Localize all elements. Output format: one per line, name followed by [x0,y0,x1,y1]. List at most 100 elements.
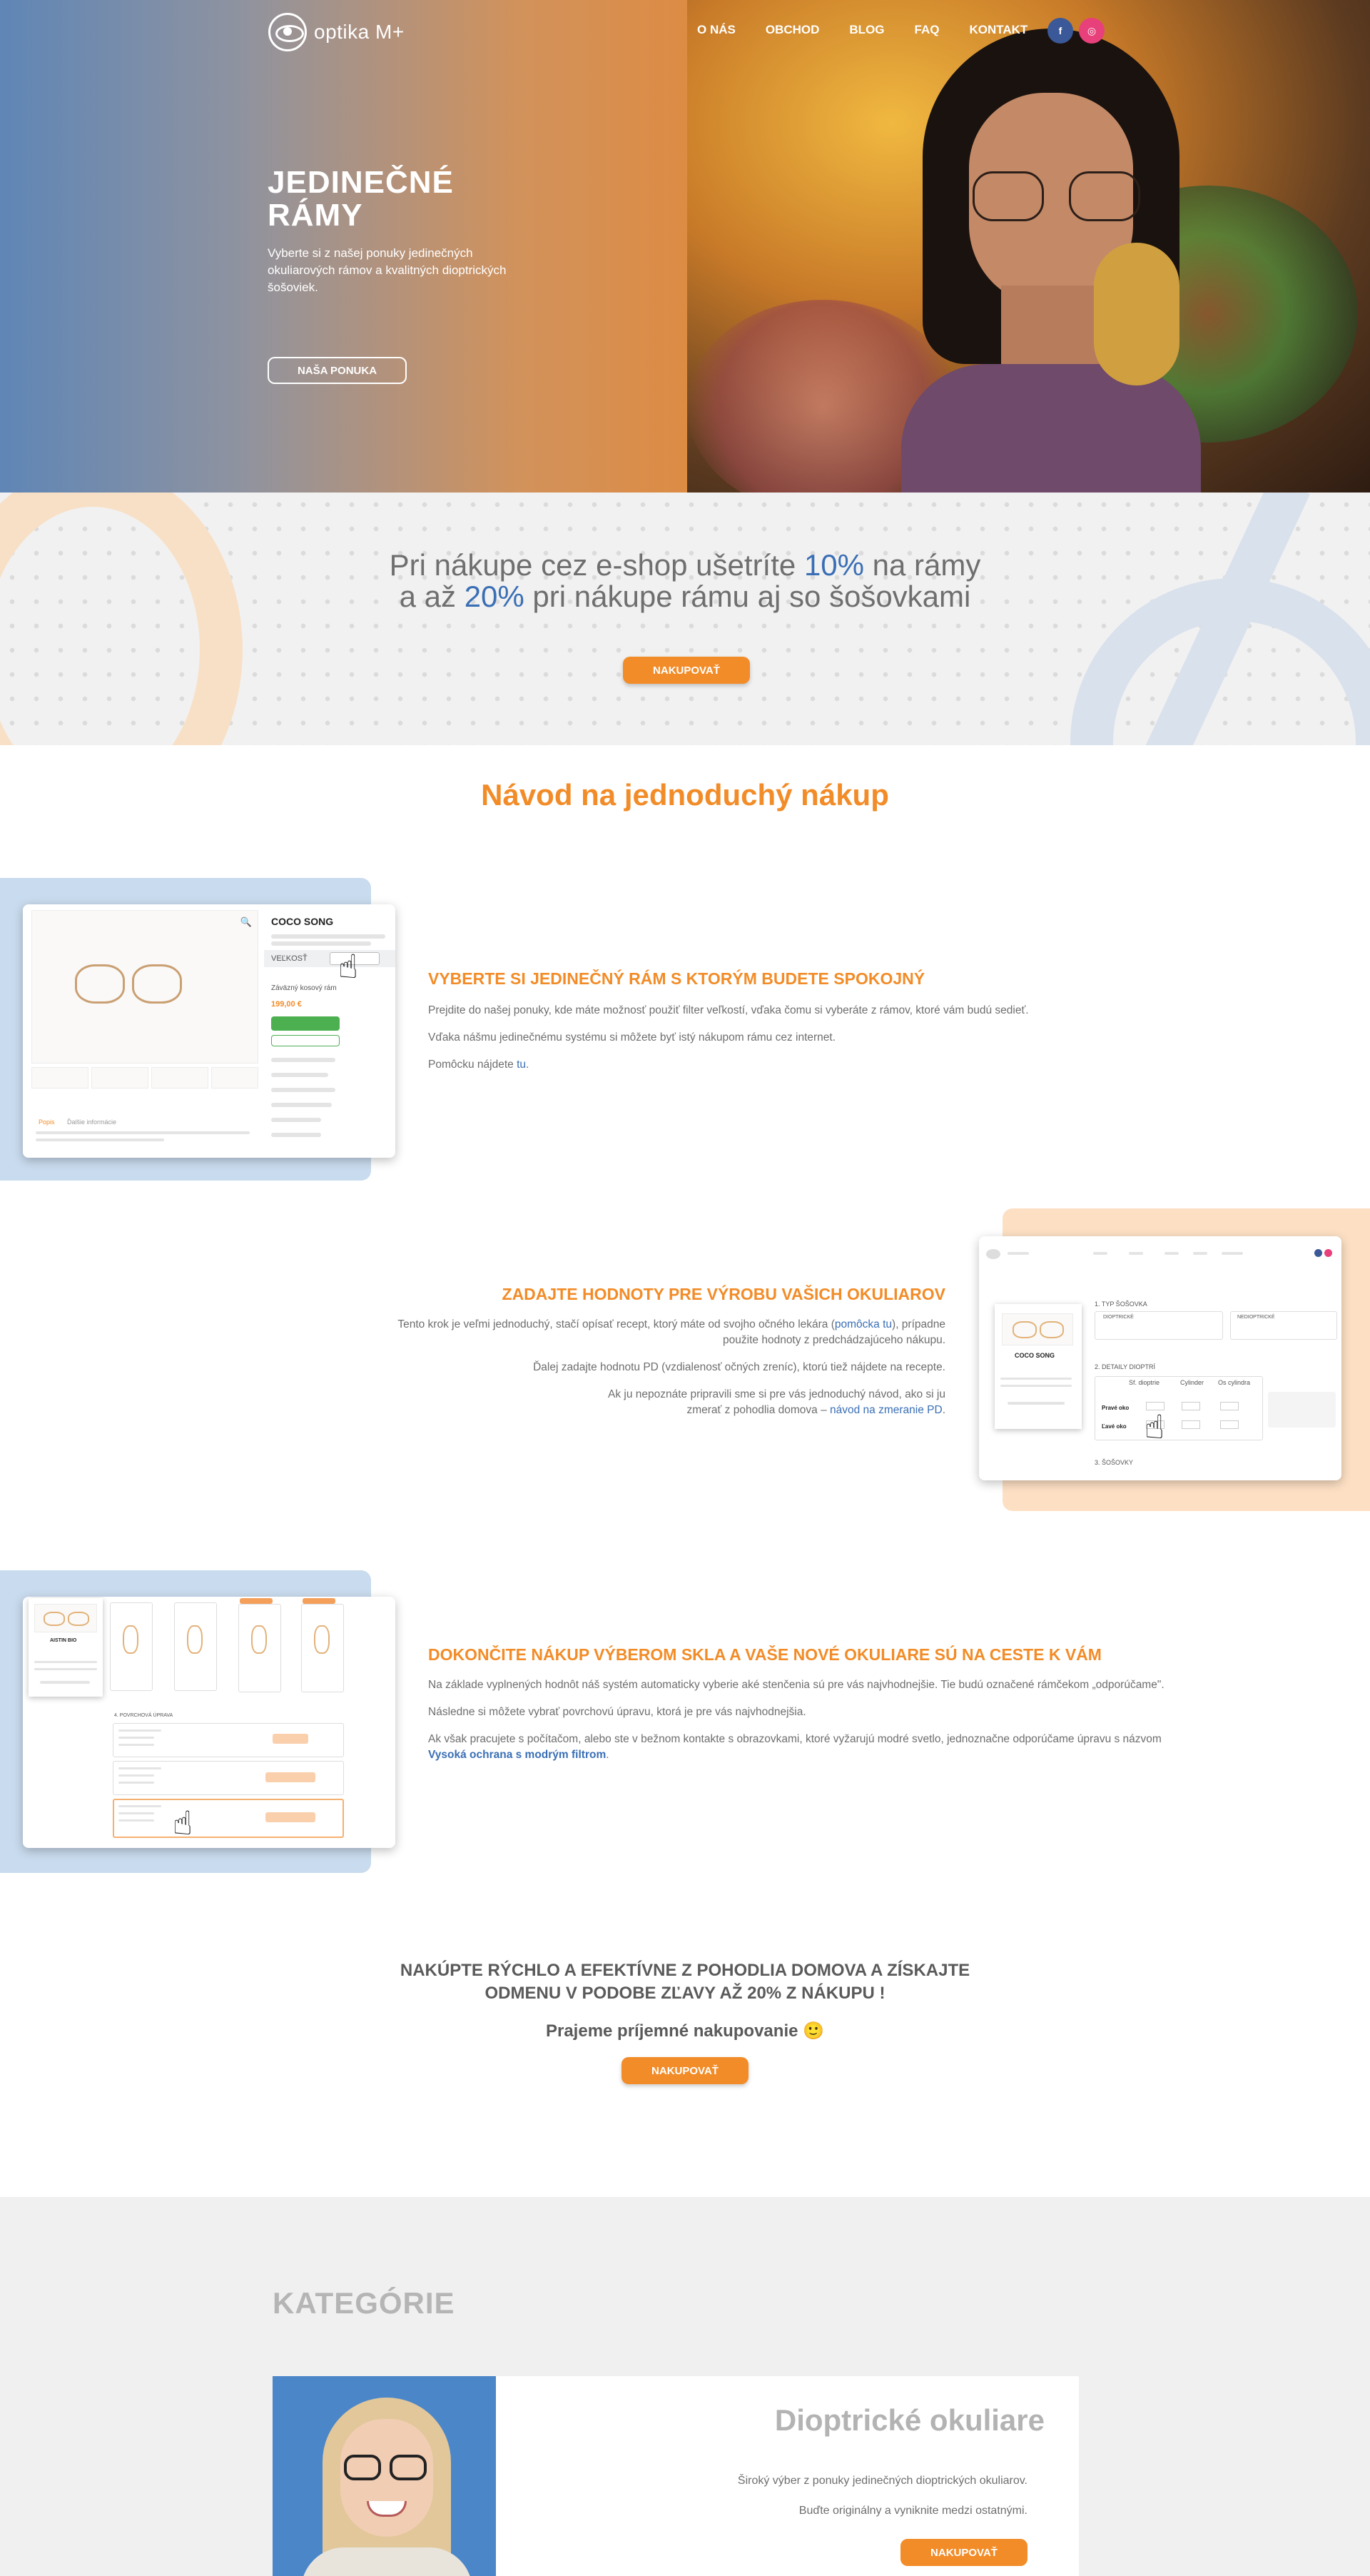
product-page-screenshot: 🔍 COCO SONG VEĽKOSŤ Záväzný kosový rám 1… [23,904,395,1158]
hero-subtitle: Vyberte si z našej ponuky jedinečných ok… [268,246,507,294]
step1-paragraph: Vďaka nášmu jedinečnému systému si môžet… [428,1031,836,1044]
mock-col-cylinder: Cylinder [1180,1379,1204,1386]
step2-text-end: . [942,1404,945,1416]
hero-title-line1: JEDINEČNÉ [268,165,454,200]
category-name: Dioptrické okuliare [774,2403,1045,2437]
lens-selection-screenshot: AISTIN BIO 4. POVRCHOVÁ ÚPRAVA ☝ [23,1597,395,1848]
eyeglasses-icon [344,2455,430,2480]
facebook-icon[interactable]: f [1047,18,1073,44]
product-image: 🔍 [31,910,258,1064]
promo-line2-text: a až [399,580,465,613]
mock-col-axis: Os cylindra [1218,1379,1251,1386]
step2-paragraph: Ak ju nepoznáte pripravili sme si pre vá… [375,1387,945,1418]
mock-col-sphere: Sf. dioptrie [1129,1379,1160,1386]
mock-row-right-eye: Pravé oko [1102,1405,1130,1411]
step2-paragraph: Ďalej zadajte hodnotu PD (vzdialenosť oč… [533,1361,945,1373]
decorative-arc [0,493,243,745]
step1-paragraph: Pomôcku nájdete tu. [428,1057,1070,1073]
mock-section-details: 2. DETAILY DIOPTRÍ [1095,1363,1156,1370]
step1-paragraph: Prejdite do našej ponuky, kde máte možno… [428,1004,1029,1016]
cta-heading: NAKÚPTE RÝCHLO A EFEKTÍVNE Z POHODLIA DO… [0,1959,1370,2005]
mock-order-label: Záväzný kosový rám [271,984,337,992]
prescription-help-link[interactable]: pomôcka tu [835,1318,892,1330]
step3-paragraph: Na základe vyplnených hodnôt náš systém … [428,1679,1164,1691]
size-guide-link[interactable]: tu [517,1059,526,1071]
promo-highlight-20: 20% [464,580,524,613]
category-photo [273,2376,496,2576]
blue-filter-coating-link[interactable]: Vysoká ochrana s modrým filtrom [428,1749,606,1761]
mock-tab-info: Ďalšie informácie [67,1118,117,1126]
cta-section: NAKÚPTE RÝCHLO A EFEKTÍVNE Z POHODLIA DO… [0,1959,1370,2084]
step1-heading: VYBERTE SI JEDINEČNÝ RÁM S KTORÝM BUDETE… [428,969,925,988]
shop-button[interactable]: NAKUPOVAŤ [623,657,750,684]
nav-item-faq[interactable]: FAQ [915,23,940,37]
step3-paragraph: Ak však pracujete s počítačom, alebo ste… [428,1732,1184,1763]
step3-paragraph: Následne si môžete vybrať povrchovú úpra… [428,1706,806,1718]
category-shop-button[interactable]: NAKUPOVAŤ [900,2539,1028,2566]
mock-option-nondioptric: NEDIOPTRICKÉ [1237,1315,1275,1320]
nav-item-o-nas[interactable]: O NÁS [697,23,736,37]
promo-line1-text: Pri nákupe cez e-shop ušetríte [389,548,804,582]
step1-body: Prejdite do našej ponuky, kde máte možno… [428,1003,1070,1084]
mock-section-coating: 4. POVRCHOVÁ ÚPRAVA [114,1713,173,1718]
cta-heading-line1: NAKÚPTE RÝCHLO A EFEKTÍVNE Z POHODLIA DO… [400,1961,970,1980]
prescription-form-screenshot: COCO SONG 1. TYP ŠOŠOVKA DIOPTRICKÉ NEDI… [979,1236,1341,1480]
mock-section-lenses: 3. ŠOŠOVKY [1095,1459,1134,1466]
step1-text-end: . [526,1059,529,1071]
step2-body: Tento krok je veľmi jednoduchý, stačí op… [375,1317,945,1430]
hero-section: optika M+ O NÁS OBCHOD BLOG FAQ KONTAKT … [0,0,1370,493]
hand-cursor-icon: ☝ [1145,1408,1165,1445]
eyeglasses-icon [973,171,1144,221]
step3-body: Na základe vyplnených hodnôt náš systém … [428,1677,1184,1774]
mock-section-lens-type: 1. TYP ŠOŠOVKA [1095,1300,1147,1308]
shop-button[interactable]: NAKUPOVAŤ [621,2057,749,2084]
guide-step-3: AISTIN BIO 4. POVRCHOVÁ ÚPRAVA ☝ DOKONČI… [0,1567,1370,1874]
category-description: Široký výber z ponuky jedinečných dioptr… [738,2466,1028,2526]
model-portrait [901,29,1201,493]
social-links: f ◎ [1047,18,1105,44]
mock-product-name: COCO SONG [1015,1352,1055,1359]
promo-line2-text-end: pri nákupe rámu aj so šošovkami [524,580,971,613]
mock-product-name: AISTIN BIO [50,1638,77,1643]
categories-section: KATEGÓRIE Dioptrické okuliare Široký výb… [0,2197,1370,2576]
step1-text: Pomôcku nájdete [428,1059,517,1071]
cta-wish-text: Prajeme príjemné nakupovanie 🙂 [545,2021,825,2041]
mock-option-dioptric: DIOPTRICKÉ [1103,1315,1134,1320]
main-menu: O NÁS OBCHOD BLOG FAQ KONTAKT [697,23,1057,37]
guide-step-2: COCO SONG 1. TYP ŠOŠOVKA DIOPTRICKÉ NEDI… [0,1206,1370,1513]
step3-text: Ak však pracujete s počítačom, alebo ste… [428,1733,1162,1745]
mock-product-name: COCO SONG [271,916,334,927]
mock-price: 199,00 € [271,1000,302,1009]
nav-item-blog[interactable]: BLOG [849,23,884,37]
promo-highlight-10: 10% [803,548,864,582]
our-offer-button[interactable]: NAŠA PONUKA [268,357,407,384]
promo-line1-text-end: na rámy [864,548,981,582]
hand-cursor-icon: ☝ [338,948,359,985]
mock-row-left-eye: Ľavé oko [1102,1423,1127,1430]
cta-heading-line2: ODMENU V PODOBE ZĽAVY AŽ 20% Z NÁKUPU ! [484,1984,886,2003]
hand-cursor-icon: ☝ [173,1804,193,1842]
mock-tab-description: Popis [39,1118,55,1126]
top-navigation: optika M+ O NÁS OBCHOD BLOG FAQ KONTAKT … [0,0,1370,64]
step2-text: Tento krok je veľmi jednoduchý, stačí op… [397,1318,835,1330]
instagram-icon[interactable]: ◎ [1079,18,1105,44]
nav-item-obchod[interactable]: OBCHOD [766,23,820,37]
step3-heading: DOKONČITE NÁKUP VÝBEROM SKLA A VAŠE NOVÉ… [428,1645,1102,1664]
category-card-dioptric[interactable]: Dioptrické okuliare Široký výber z ponuk… [273,2376,1079,2576]
pd-measure-guide-link[interactable]: návod na zmeranie PD [830,1404,943,1416]
zoom-icon: 🔍 [240,916,252,927]
hero-title: JEDINEČNÉ RÁMY [268,166,454,232]
step3-text-end: . [606,1749,609,1761]
promo-banner: Pri nákupe cez e-shop ušetríte 10% na rá… [0,493,1370,745]
step2-heading: ZADAJTE HODNOTY PRE VÝROBU VAŠICH OKULIA… [502,1285,945,1303]
logo-text: optika M+ [314,21,405,43]
mock-size-label: VEĽKOSŤ [271,954,308,963]
nav-item-kontakt[interactable]: KONTAKT [969,23,1028,37]
eye-logo-icon [268,13,307,51]
promo-text: Pri nákupe cez e-shop ušetríte 10% na rá… [0,550,1370,612]
guide-title: Návod na jednoduchý nákup [481,778,889,812]
step2-paragraph: Tento krok je veľmi jednoduchý, stačí op… [375,1317,945,1348]
site-logo[interactable]: optika M+ [268,13,405,51]
categories-title: KATEGÓRIE [273,2286,455,2320]
category-desc-line1: Široký výber z ponuky jedinečných dioptr… [737,2475,1028,2487]
